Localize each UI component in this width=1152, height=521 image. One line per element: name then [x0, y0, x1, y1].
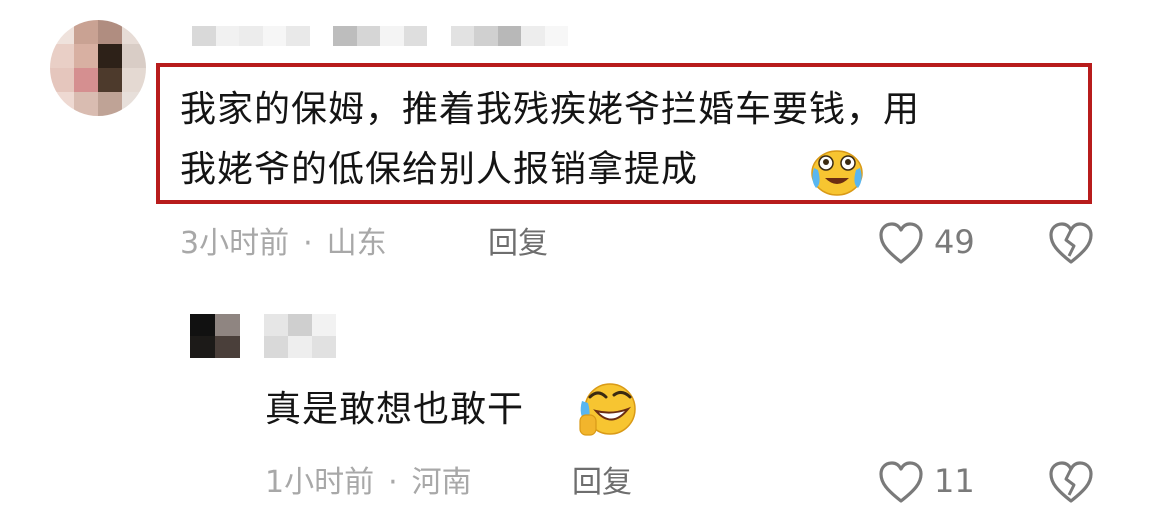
meta-separator: · [303, 226, 313, 261]
crying-laughing-face-icon [811, 150, 863, 196]
timestamp: 3小时前 [180, 226, 290, 261]
meta-separator: · [388, 465, 398, 500]
timestamp: 1小时前 [265, 465, 375, 500]
comment-text-line-1: 我家的保姆，推着我残疾姥爷拦婚车要钱，用 [180, 89, 921, 130]
rolling-laughing-face-icon [579, 383, 636, 436]
reply-text: 真是敢想也敢干 [265, 389, 525, 430]
heart-icon[interactable] [877, 459, 925, 505]
username-censored[interactable] [192, 26, 568, 46]
comment-text-line-2: 我姥爷的低保给别人报销拿提成 [180, 149, 699, 190]
broken-heart-icon[interactable] [1047, 220, 1095, 266]
reply-avatar[interactable] [190, 314, 240, 358]
comment-meta: 3小时前 · 山东 [180, 229, 387, 259]
avatar[interactable] [50, 20, 146, 116]
heart-icon[interactable] [877, 220, 925, 266]
like-count: 49 [934, 223, 975, 261]
broken-heart-icon[interactable] [1047, 459, 1095, 505]
location: 山东 [326, 226, 387, 261]
reply-button[interactable]: 回复 [488, 229, 548, 259]
like-count: 11 [934, 462, 975, 500]
comment-thread: 我家的保姆，推着我残疾姥爷拦婚车要钱，用 我姥爷的低保给别人报销拿提成 3小时前… [0, 0, 1152, 521]
reply-meta: 1小时前 · 河南 [265, 468, 472, 498]
reply-button[interactable]: 回复 [572, 468, 632, 498]
reply-username-censored[interactable] [264, 314, 336, 358]
location: 河南 [411, 465, 472, 500]
